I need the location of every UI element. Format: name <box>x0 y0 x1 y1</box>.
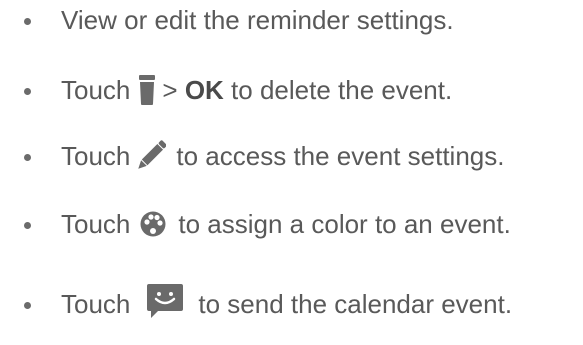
list-item-content: Touch > OK to delete the event. <box>61 70 452 110</box>
list-item-content: Touch to assign a color to an event. <box>61 204 511 244</box>
pencil-icon <box>136 139 167 173</box>
share-message-icon <box>146 282 184 320</box>
list-item-text-after: to assign a color to an event. <box>178 208 511 239</box>
list-item-text-before: Touch <box>61 208 131 239</box>
list-item-text-after: to send the calendar event. <box>198 288 513 319</box>
bullet-dot <box>24 302 31 309</box>
list-item-text-after: > <box>162 74 185 105</box>
list-item-text-before: Touch <box>61 74 131 105</box>
list-item-content: Touch to access the event settings. <box>61 136 504 176</box>
trash-icon <box>138 75 156 105</box>
bullet-dot <box>24 18 31 25</box>
list-item-content: Touch to send the calendar event. <box>61 284 512 324</box>
list-item-text-after-2: to delete the event. <box>223 74 453 105</box>
list-item-text-before: Touch <box>61 140 131 171</box>
ok-label: OK <box>184 74 224 105</box>
palette-icon <box>140 211 166 237</box>
bullet-dot <box>24 154 31 161</box>
bullet-dot <box>24 222 31 229</box>
bullet-dot <box>24 88 31 95</box>
list-item-text: View or edit the reminder settings. <box>61 4 454 35</box>
list-item-text-after: to access the event settings. <box>176 140 505 171</box>
list-item-text-before: Touch <box>61 288 131 319</box>
